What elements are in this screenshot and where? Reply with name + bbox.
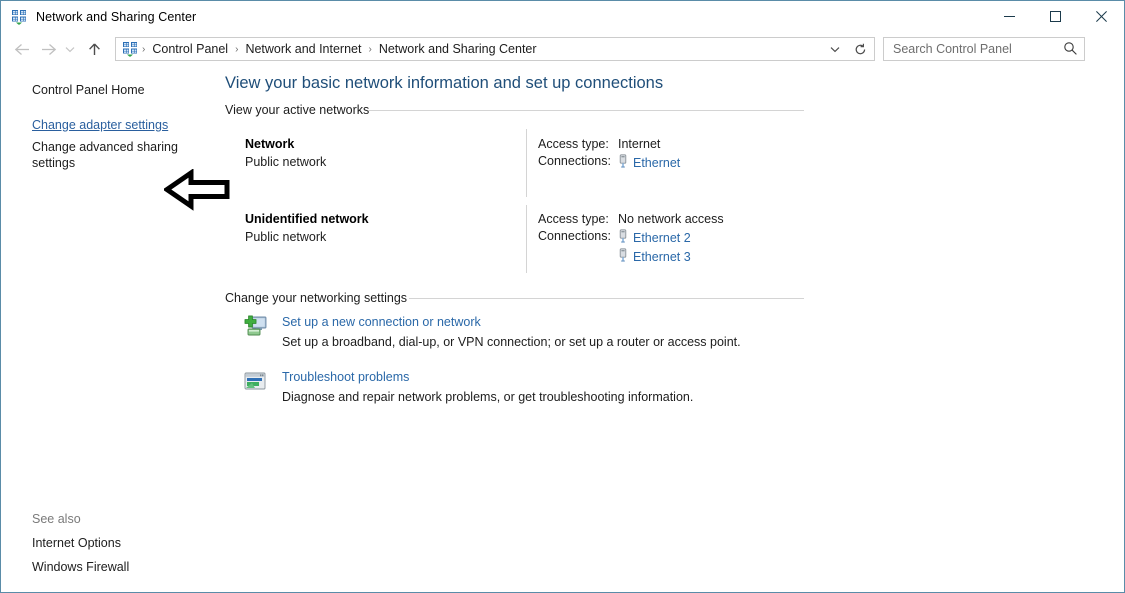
network-sharing-center-window: Network and Sharing Center › Control Pan…: [0, 0, 1125, 593]
section-rule-networking-settings: [409, 298, 804, 299]
network-type: Public network: [245, 230, 327, 244]
section-heading-networking-settings: Change your networking settings: [225, 291, 408, 305]
breadcrumb-item-network-and-sharing-center[interactable]: Network and Sharing Center: [376, 42, 540, 56]
breadcrumb-item-control-panel[interactable]: Control Panel: [149, 42, 231, 56]
sidebar-item-windows-firewall[interactable]: Windows Firewall: [32, 559, 129, 575]
network-icon: [11, 9, 27, 25]
setting-link[interactable]: Set up a new connection or network: [282, 315, 481, 329]
network-details: Access type: Internet Connections: Ether…: [538, 137, 680, 176]
sidebar-item-change-adapter-settings[interactable]: Change adapter settings: [32, 117, 168, 133]
connection-item[interactable]: Ethernet 3: [618, 248, 691, 265]
window-title: Network and Sharing Center: [36, 9, 197, 24]
setting-description: Diagnose and repair network problems, or…: [282, 390, 694, 404]
connection-list: Ethernet 2 Ethernet 3: [618, 229, 691, 267]
sidebar-item-control-panel-home[interactable]: Control Panel Home: [32, 82, 145, 98]
connections-label: Connections:: [538, 154, 611, 168]
up-button[interactable]: [81, 36, 107, 62]
detail-row-connections: Connections: Ethernet: [538, 229, 724, 267]
connection-list: Ethernet: [618, 154, 680, 173]
breadcrumb[interactable]: › Control Panel › Network and Internet ›…: [115, 37, 875, 61]
section-rule-active-networks: [368, 110, 804, 111]
minimize-button[interactable]: [986, 1, 1032, 32]
network-details: Access type: No network access Connectio…: [538, 212, 724, 270]
sidebar: Control Panel Home Change adapter settin…: [1, 66, 230, 592]
network-name: Unidentified network: [245, 212, 369, 226]
access-type-label: Access type:: [538, 212, 609, 226]
detail-row-access-type: Access type: No network access: [538, 212, 724, 226]
content-area: Control Panel Home Change adapter settin…: [1, 66, 1124, 592]
network-block: Network Public network: [245, 137, 326, 169]
network-block: Unidentified network Public network: [245, 212, 369, 244]
see-also-heading: See also: [32, 512, 81, 526]
sidebar-item-internet-options[interactable]: Internet Options: [32, 535, 121, 551]
sidebar-item-change-advanced-sharing-settings[interactable]: Change advanced sharing settings: [32, 139, 182, 171]
search-icon[interactable]: [1063, 41, 1078, 61]
network-type: Public network: [245, 155, 327, 169]
connection-link[interactable]: Ethernet: [633, 156, 680, 170]
ethernet-plug-icon: [618, 229, 628, 246]
breadcrumb-separator-0: ›: [142, 43, 146, 55]
back-button[interactable]: [9, 36, 35, 62]
setting-link[interactable]: Troubleshoot problems: [282, 370, 409, 384]
section-heading-active-networks: View your active networks: [225, 103, 370, 117]
setting-description: Set up a broadband, dial-up, or VPN conn…: [282, 335, 741, 349]
main-panel: View your basic network information and …: [216, 66, 1124, 592]
breadcrumb-item-network-and-internet[interactable]: Network and Internet: [242, 42, 364, 56]
access-type-label: Access type:: [538, 137, 609, 151]
maximize-button[interactable]: [1032, 1, 1078, 32]
page-title: View your basic network information and …: [225, 74, 664, 92]
network-divider: [526, 129, 527, 197]
troubleshoot-icon: [242, 369, 268, 395]
title-bar: Network and Sharing Center: [1, 1, 1124, 32]
connections-label: Connections:: [538, 229, 611, 243]
connection-link[interactable]: Ethernet 3: [633, 250, 691, 264]
chevron-down-icon[interactable]: [61, 36, 79, 62]
ethernet-plug-icon: [618, 154, 628, 171]
breadcrumb-dropdown-icon[interactable]: [824, 38, 846, 60]
search-input[interactable]: [891, 41, 1055, 57]
connection-link[interactable]: Ethernet 2: [633, 231, 691, 245]
connection-item[interactable]: Ethernet: [618, 154, 680, 171]
address-bar: › Control Panel › Network and Internet ›…: [1, 32, 1124, 66]
detail-row-connections: Connections: Ethernet: [538, 154, 680, 173]
access-type-value: Internet: [618, 137, 661, 151]
close-button[interactable]: [1078, 1, 1124, 32]
breadcrumb-separator-2: ›: [368, 43, 372, 55]
refresh-icon[interactable]: [849, 38, 871, 60]
access-type-value: No network access: [618, 212, 724, 226]
detail-row-access-type: Access type: Internet: [538, 137, 680, 151]
network-divider: [526, 205, 527, 273]
ethernet-plug-icon: [618, 248, 628, 265]
breadcrumb-separator-1: ›: [235, 43, 239, 55]
network-name: Network: [245, 137, 295, 151]
network-icon-small: [122, 41, 138, 57]
connection-item[interactable]: Ethernet 2: [618, 229, 691, 246]
new-connection-icon: [242, 314, 268, 340]
window-controls: [986, 1, 1124, 32]
search-box[interactable]: [883, 37, 1085, 61]
forward-button[interactable]: [35, 36, 61, 62]
